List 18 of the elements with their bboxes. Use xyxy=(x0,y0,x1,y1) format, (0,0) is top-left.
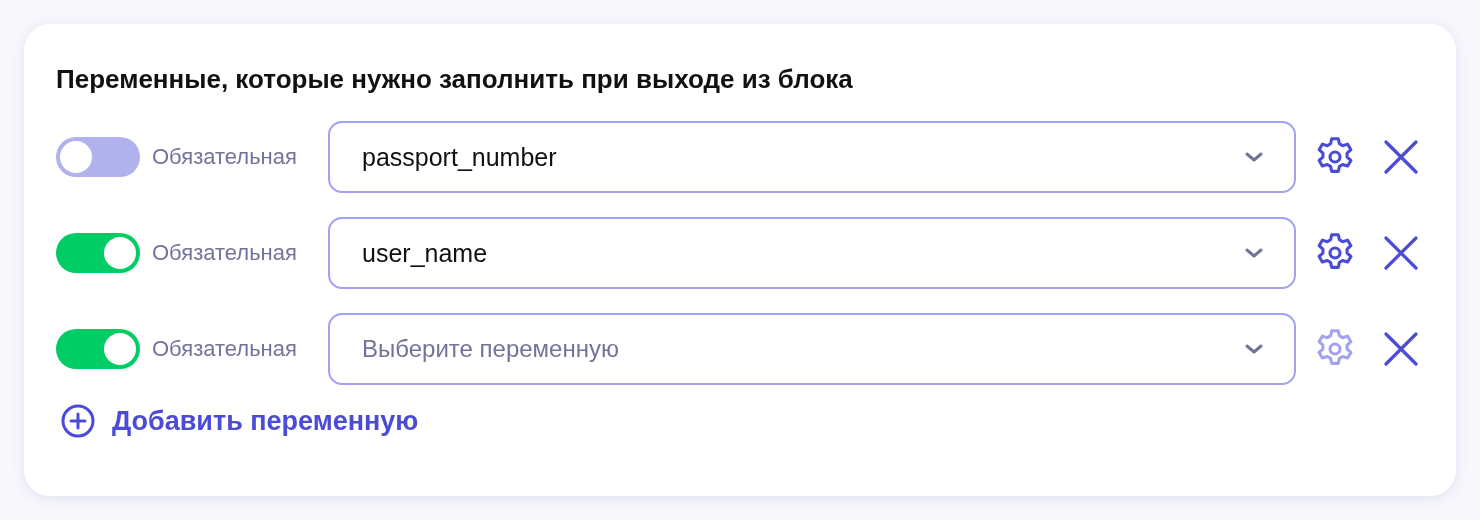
chevron-down-icon xyxy=(1244,343,1264,355)
add-variable-button[interactable]: Добавить переменную xyxy=(60,403,419,439)
variable-select[interactable]: user_name xyxy=(328,217,1296,289)
variable-select[interactable]: passport_number xyxy=(328,121,1296,193)
chevron-down-icon xyxy=(1244,247,1264,259)
toggle-label: Обязательная xyxy=(152,240,298,266)
close-icon[interactable] xyxy=(1384,236,1418,270)
section-title: Переменные, которые нужно заполнить при выходе из блока xyxy=(56,64,854,95)
close-icon[interactable] xyxy=(1384,140,1418,174)
toggle-label: Обязательная xyxy=(152,144,298,170)
plus-circle-icon xyxy=(60,403,96,439)
chevron-down-icon xyxy=(1244,151,1264,163)
toggle-label: Обязательная xyxy=(152,336,298,362)
toggle-switch[interactable] xyxy=(56,233,140,273)
variable-select[interactable]: Выберите переменную xyxy=(328,313,1296,385)
close-icon[interactable] xyxy=(1384,332,1418,366)
toggle-switch[interactable] xyxy=(56,137,140,177)
toggle-switch[interactable] xyxy=(56,329,140,369)
